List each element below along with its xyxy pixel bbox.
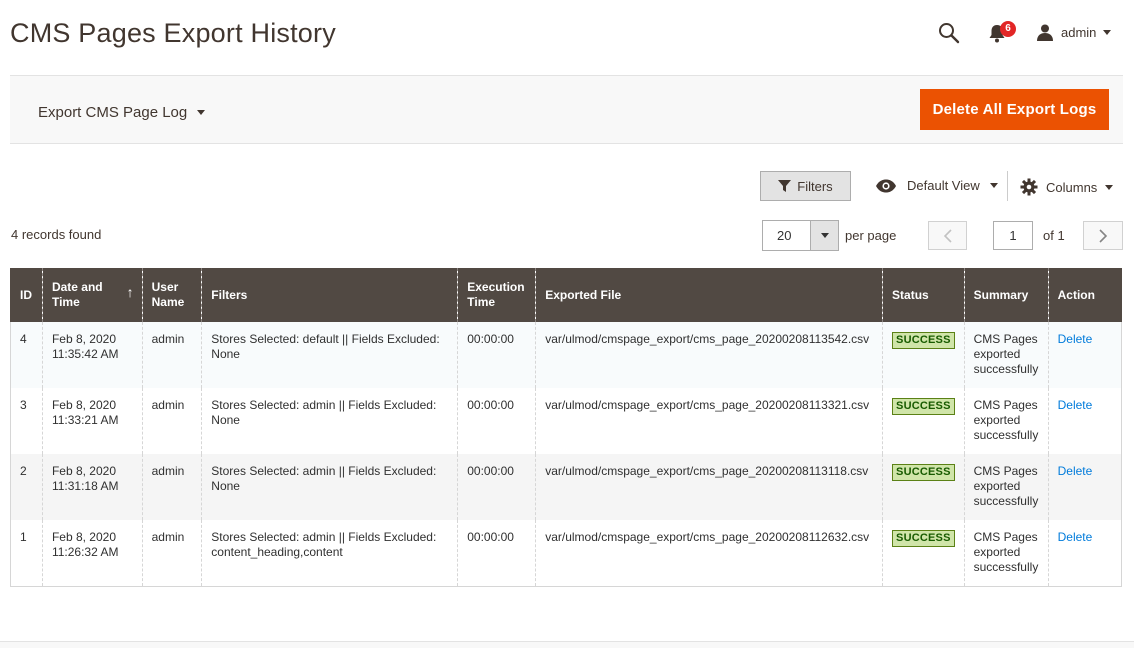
cell-execution-time: 00:00:00 bbox=[457, 454, 536, 520]
search-icon[interactable] bbox=[938, 22, 960, 44]
filters-label: Filters bbox=[797, 178, 833, 194]
column-header-status[interactable]: Status bbox=[882, 268, 965, 322]
footer-area bbox=[0, 642, 1134, 648]
cell-status: SUCCESS bbox=[882, 388, 965, 454]
cell-action: Delete bbox=[1047, 454, 1123, 520]
column-header-exported-file[interactable]: Exported File bbox=[535, 268, 883, 322]
user-name: admin bbox=[1061, 24, 1097, 40]
gear-icon bbox=[1020, 178, 1038, 196]
per-page-value: 20 bbox=[777, 228, 792, 243]
cell-action: Delete bbox=[1047, 520, 1123, 587]
previous-page-button[interactable] bbox=[928, 221, 967, 250]
cell-id: 2 bbox=[10, 454, 43, 520]
cell-execution-time: 00:00:00 bbox=[457, 520, 536, 587]
table-row: 4 Feb 8, 2020 11:35:42 AM admin Stores S… bbox=[10, 322, 1123, 388]
cell-summary: CMS Pages exported successfully bbox=[963, 454, 1049, 520]
user-menu[interactable]: admin bbox=[1036, 22, 1112, 42]
column-header-action: Action bbox=[1047, 268, 1122, 322]
delete-link[interactable]: Delete bbox=[1058, 332, 1093, 346]
chevron-down-icon bbox=[197, 110, 206, 115]
cell-summary: CMS Pages exported successfully bbox=[963, 520, 1049, 587]
cell-date-time: Feb 8, 2020 11:33:21 AM bbox=[41, 388, 143, 454]
page-title: CMS Pages Export History bbox=[10, 18, 336, 48]
total-pages-label: of 1 bbox=[1043, 228, 1065, 243]
delete-link[interactable]: Delete bbox=[1058, 530, 1093, 544]
export-log-switcher[interactable]: Export CMS Page Log bbox=[38, 104, 206, 121]
delete-link[interactable]: Delete bbox=[1058, 398, 1093, 412]
cell-filters: Stores Selected: admin || Fields Exclude… bbox=[201, 388, 458, 454]
delete-link[interactable]: Delete bbox=[1058, 464, 1093, 478]
per-page-select[interactable]: 20 bbox=[762, 220, 839, 251]
per-page-dropdown-button[interactable] bbox=[810, 221, 838, 250]
next-page-button[interactable] bbox=[1083, 221, 1123, 250]
chevron-down-icon bbox=[820, 233, 829, 238]
cell-exported-file: var/ulmod/cmspage_export/cms_page_202002… bbox=[535, 520, 883, 587]
status-badge: SUCCESS bbox=[892, 530, 955, 547]
cell-status: SUCCESS bbox=[882, 454, 965, 520]
table-row: 1 Feb 8, 2020 11:26:32 AM admin Stores S… bbox=[10, 520, 1123, 587]
cell-filters: Stores Selected: admin || Fields Exclude… bbox=[201, 520, 458, 587]
cell-summary: CMS Pages exported successfully bbox=[963, 322, 1049, 388]
columns-label: Columns bbox=[1046, 179, 1098, 195]
chevron-right-icon bbox=[1099, 228, 1108, 243]
cell-exported-file: var/ulmod/cmspage_export/cms_page_202002… bbox=[535, 388, 883, 454]
cell-status: SUCCESS bbox=[882, 322, 965, 388]
records-found: 4 records found bbox=[11, 227, 102, 242]
status-badge: SUCCESS bbox=[892, 398, 955, 415]
cell-id: 4 bbox=[10, 322, 43, 388]
cell-action: Delete bbox=[1047, 322, 1123, 388]
column-header-id[interactable]: ID bbox=[10, 268, 43, 322]
status-badge: SUCCESS bbox=[892, 464, 955, 481]
eye-icon bbox=[876, 179, 896, 192]
cell-id: 1 bbox=[10, 520, 43, 587]
cell-user-name: admin bbox=[141, 322, 202, 388]
cell-id: 3 bbox=[10, 388, 43, 454]
chevron-down-icon bbox=[989, 183, 998, 188]
user-icon bbox=[1037, 24, 1053, 41]
cell-date-time: Feb 8, 2020 11:26:32 AM bbox=[41, 520, 143, 587]
toolbar-divider bbox=[1007, 171, 1008, 201]
cell-date-time: Feb 8, 2020 11:31:18 AM bbox=[41, 454, 143, 520]
cell-execution-time: 00:00:00 bbox=[457, 388, 536, 454]
current-page-input[interactable]: 1 bbox=[993, 221, 1033, 250]
column-header-summary[interactable]: Summary bbox=[963, 268, 1049, 322]
status-badge: SUCCESS bbox=[892, 332, 955, 349]
export-history-grid: ID Date and Time ↑ User Name Filters Exec… bbox=[10, 268, 1123, 587]
filter-icon bbox=[778, 179, 792, 192]
per-page-label: per page bbox=[845, 228, 897, 243]
filters-button[interactable]: Filters bbox=[760, 171, 851, 201]
column-header-filters[interactable]: Filters bbox=[201, 268, 458, 322]
cell-filters: Stores Selected: default || Fields Exclu… bbox=[201, 322, 458, 388]
columns-control[interactable]: Columns bbox=[1020, 178, 1114, 196]
delete-all-export-logs-button[interactable]: Delete All Export Logs bbox=[920, 89, 1109, 130]
cell-exported-file: var/ulmod/cmspage_export/cms_page_202002… bbox=[535, 322, 883, 388]
column-header-user-name[interactable]: User Name bbox=[141, 268, 202, 322]
cell-exported-file: var/ulmod/cmspage_export/cms_page_202002… bbox=[535, 454, 883, 520]
column-header-execution-time[interactable]: Execution Time bbox=[457, 268, 536, 322]
view-label: Default View bbox=[907, 178, 980, 193]
table-header-row: ID Date and Time ↑ User Name Filters Exec… bbox=[10, 268, 1122, 322]
view-switcher[interactable]: Default View bbox=[875, 178, 998, 193]
column-header-date-time[interactable]: Date and Time ↑ bbox=[41, 268, 143, 322]
cell-user-name: admin bbox=[141, 454, 202, 520]
chevron-down-icon bbox=[1103, 29, 1112, 35]
cell-user-name: admin bbox=[141, 520, 202, 587]
cell-date-time: Feb 8, 2020 11:35:42 AM bbox=[41, 322, 143, 388]
chevron-down-icon bbox=[1105, 184, 1114, 190]
cell-summary: CMS Pages exported successfully bbox=[963, 388, 1049, 454]
page-actions-bar: Export CMS Page Log Delete All Export Lo… bbox=[10, 75, 1123, 144]
sort-ascending-icon: ↑ bbox=[126, 284, 134, 300]
table-row: 2 Feb 8, 2020 11:31:18 AM admin Stores S… bbox=[10, 454, 1123, 520]
cell-status: SUCCESS bbox=[882, 520, 965, 587]
table-row: 3 Feb 8, 2020 11:33:21 AM admin Stores S… bbox=[10, 388, 1123, 454]
cell-user-name: admin bbox=[141, 388, 202, 454]
column-header-date-time-label: Date and Time bbox=[51, 280, 103, 309]
notification-count-badge: 6 bbox=[1000, 21, 1016, 37]
cell-execution-time: 00:00:00 bbox=[457, 322, 536, 388]
chevron-left-icon bbox=[943, 228, 952, 243]
cell-action: Delete bbox=[1047, 388, 1123, 454]
export-switch-label: Export CMS Page Log bbox=[38, 104, 188, 121]
cell-filters: Stores Selected: admin || Fields Exclude… bbox=[201, 454, 458, 520]
